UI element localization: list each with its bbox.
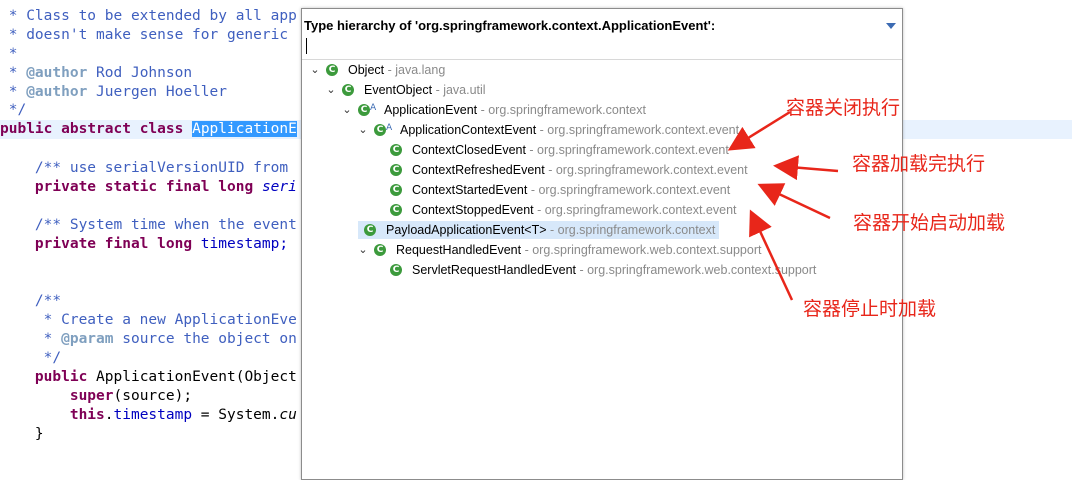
annotation-arrows — [727, 110, 839, 301]
annotation-arrow — [773, 155, 839, 181]
annotation-arrow — [757, 183, 831, 220]
annotation-arrow — [727, 110, 791, 151]
annotation-arrow — [749, 209, 794, 301]
